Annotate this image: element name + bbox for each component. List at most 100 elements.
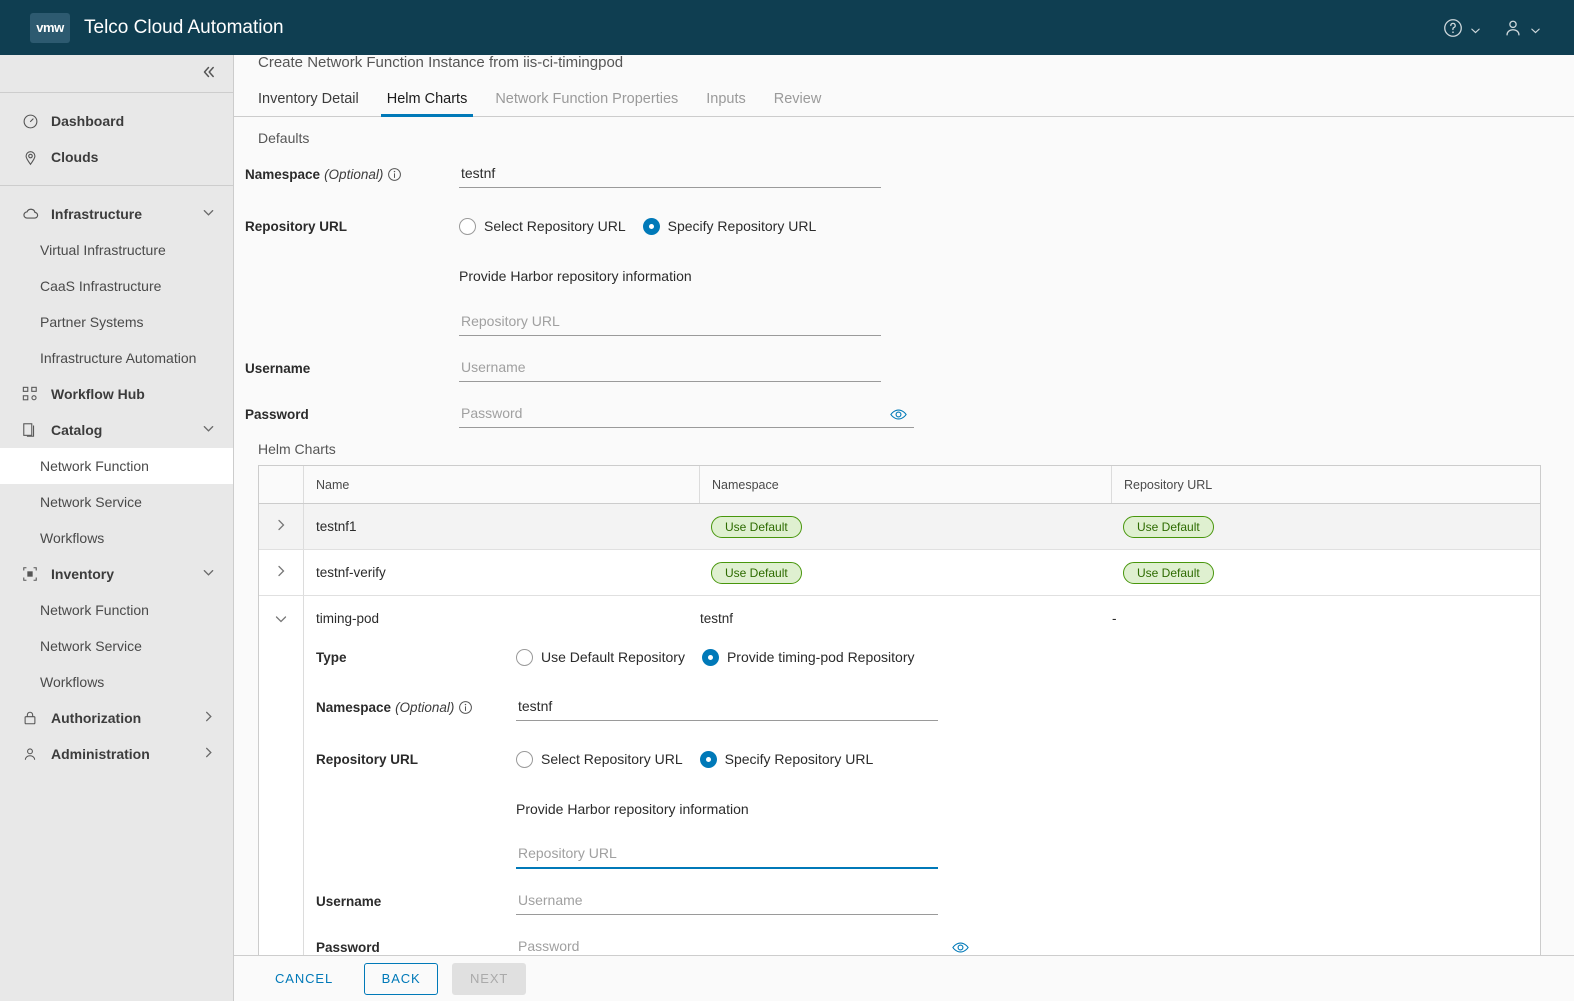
radio-dot	[516, 750, 533, 768]
next-button: NEXT	[452, 962, 527, 995]
sidebar-item-label: Catalog	[51, 422, 103, 438]
sidebar-item-authorization[interactable]: Authorization	[0, 700, 233, 736]
row-expander-button[interactable]	[259, 564, 303, 581]
sidebar-item-label: Network Service	[40, 638, 142, 654]
chevron-down-icon	[1470, 23, 1480, 33]
eye-icon[interactable]	[889, 405, 908, 424]
sidebar-item-dashboard[interactable]: Dashboard	[0, 103, 233, 139]
sidebar-item-catalog-network-service[interactable]: Network Service	[0, 484, 233, 520]
defaults-namespace-input[interactable]	[459, 160, 881, 188]
sidebar-item-administration[interactable]: Administration	[0, 736, 233, 772]
detail-harbor-hint: Provide Harbor repository information	[516, 801, 749, 817]
radio-provide-repository[interactable]: Provide timing-pod Repository	[701, 648, 914, 666]
label-text: Namespace	[245, 166, 321, 182]
catalog-icon	[22, 422, 42, 438]
radio-select-repository-url[interactable]: Select Repository URL	[516, 750, 683, 768]
radio-specify-repository-url[interactable]: Specify Repository URL	[699, 750, 873, 768]
sidebar-item-infrastructure-automation[interactable]: Infrastructure Automation	[0, 340, 233, 376]
sidebar-item-inventory[interactable]: Inventory	[0, 556, 233, 592]
main-content: Create Network Function Instance from ii…	[234, 55, 1574, 1001]
header-actions	[1442, 17, 1558, 39]
sidebar-item-infrastructure[interactable]: Infrastructure	[0, 196, 233, 232]
tab-review: Review	[773, 91, 822, 107]
radio-use-default-repository[interactable]: Use Default Repository	[516, 648, 685, 666]
defaults-namespace-control	[459, 160, 881, 188]
tab-inputs: Inputs	[706, 91, 746, 107]
info-circle-icon[interactable]	[458, 700, 473, 715]
chevron-down-icon	[202, 566, 215, 582]
sidebar-item-inventory-network-function[interactable]: Network Function	[0, 592, 233, 628]
chevron-right-icon	[274, 518, 288, 535]
detail-username-input[interactable]	[516, 887, 938, 915]
sidebar-item-catalog-workflows[interactable]: Workflows	[0, 520, 233, 556]
sidebar-item-catalog[interactable]: Catalog	[0, 412, 233, 448]
radio-dot	[642, 217, 660, 235]
sidebar-item-label: Virtual Infrastructure	[40, 242, 166, 258]
row-repository-url: -	[1112, 611, 1117, 626]
detail-repo-url-input-row	[304, 837, 1540, 873]
table-header-namespace: Namespace	[699, 466, 1111, 503]
defaults-password-label: Password	[245, 406, 309, 422]
user-icon	[1502, 17, 1524, 39]
row-expander-button[interactable]	[259, 518, 303, 535]
chevron-down-icon	[1530, 23, 1540, 33]
detail-harbor-hint-row: Provide Harbor repository information	[304, 791, 1540, 827]
defaults-harbor-hint-row: Provide Harbor repository information	[234, 258, 1574, 294]
table-row[interactable]: testnf-verify Use Default Use Default	[259, 550, 1540, 596]
sidebar-collapse-button[interactable]	[0, 55, 233, 93]
tab-helm-charts[interactable]: Helm Charts	[373, 91, 482, 117]
info-circle-icon[interactable]	[387, 167, 402, 182]
sidebar-item-label: Authorization	[51, 710, 142, 726]
sidebar-item-clouds[interactable]: Clouds	[0, 139, 233, 175]
sidebar-item-label: Workflows	[40, 530, 105, 546]
row-expander-button[interactable]	[259, 596, 303, 979]
sidebar-item-caas-infrastructure[interactable]: CaaS Infrastructure	[0, 268, 233, 304]
row-repository-url: Use Default	[1111, 561, 1540, 584]
app-header: vmw Telco Cloud Automation	[0, 0, 1574, 55]
sidebar-item-label: Network Function	[40, 458, 149, 474]
sidebar-group-modules: Infrastructure Virtual Infrastructure Ca…	[0, 186, 233, 782]
detail-namespace-input[interactable]	[516, 693, 938, 721]
defaults-repository-url-input[interactable]	[459, 308, 881, 336]
expanded-row-body: timing-pod testnf - Type Use Default Rep…	[303, 596, 1540, 979]
defaults-username-input[interactable]	[459, 354, 881, 382]
sidebar-item-catalog-network-function[interactable]: Network Function	[0, 448, 233, 484]
radio-label: Use Default Repository	[541, 649, 685, 665]
sidebar-item-label: Network Service	[40, 494, 142, 510]
table-row[interactable]: testnf1 Use Default Use Default	[259, 504, 1540, 550]
radio-specify-repository-url[interactable]: Specify Repository URL	[642, 217, 816, 235]
sidebar-item-virtual-infrastructure[interactable]: Virtual Infrastructure	[0, 232, 233, 268]
tab-inventory-detail[interactable]: Inventory Detail	[258, 91, 373, 116]
detail-repository-url-input[interactable]	[516, 841, 938, 869]
row-namespace: testnf	[700, 611, 734, 626]
sidebar-item-workflow-hub[interactable]: Workflow Hub	[0, 376, 233, 412]
defaults-repo-url-control	[459, 308, 881, 336]
defaults-password-control	[459, 400, 914, 428]
workflow-icon	[22, 386, 42, 402]
radio-select-repository-url[interactable]: Select Repository URL	[459, 217, 626, 235]
sidebar-item-partner-systems[interactable]: Partner Systems	[0, 304, 233, 340]
sidebar-item-label: Administration	[51, 746, 150, 762]
cancel-button[interactable]: CANCEL	[258, 963, 350, 995]
defaults-password-input[interactable]	[459, 400, 914, 428]
table-header-row: Name Namespace Repository URL	[259, 466, 1540, 504]
back-button[interactable]: BACK	[364, 962, 439, 995]
radio-label: Select Repository URL	[484, 218, 626, 234]
sidebar-item-label: Partner Systems	[40, 314, 144, 330]
detail-type-label: Type	[316, 649, 347, 665]
user-menu[interactable]	[1502, 17, 1540, 39]
status-badge: Use Default	[711, 561, 802, 584]
row-name: timing-pod	[316, 611, 380, 626]
cloud-icon	[22, 205, 42, 223]
row-name: testnf-verify	[303, 550, 699, 595]
status-badge: Use Default	[1123, 561, 1214, 584]
sidebar-item-inventory-network-service[interactable]: Network Service	[0, 628, 233, 664]
table-header-name: Name	[303, 466, 699, 503]
location-pin-icon	[22, 149, 42, 166]
eye-icon[interactable]	[951, 938, 970, 957]
tab-network-function-properties: Network Function Properties	[495, 91, 679, 107]
detail-namespace-row: Namespace (Optional)	[304, 689, 1540, 725]
sidebar-item-inventory-workflows[interactable]: Workflows	[0, 664, 233, 700]
wizard-title: Create Network Function Instance from ii…	[258, 55, 624, 71]
help-menu[interactable]	[1442, 17, 1480, 39]
